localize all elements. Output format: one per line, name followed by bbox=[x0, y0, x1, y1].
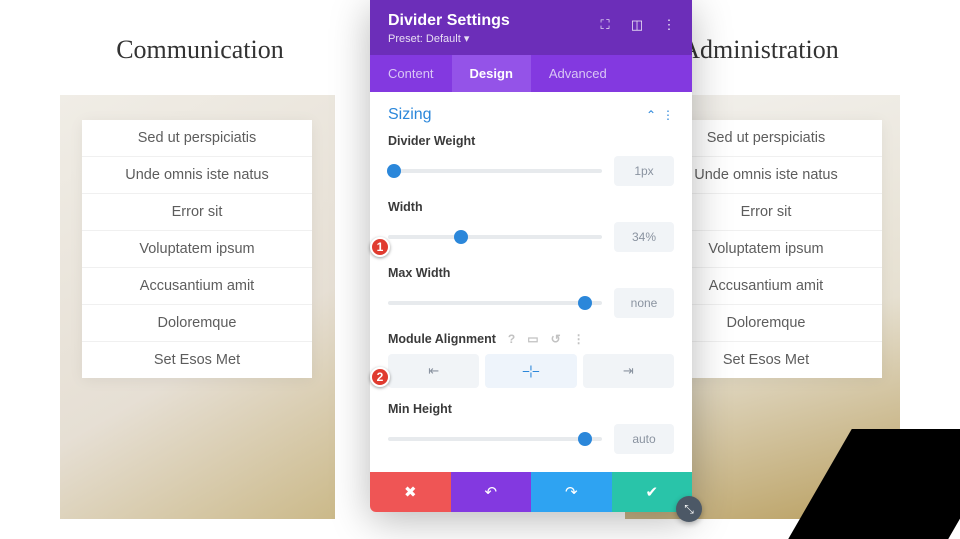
undo-mini-icon[interactable]: ↺ bbox=[551, 332, 561, 346]
label-width: Width bbox=[388, 200, 674, 214]
slider-width[interactable] bbox=[388, 235, 602, 239]
list-item[interactable]: Doloremque bbox=[82, 305, 312, 342]
slider-max-width[interactable] bbox=[388, 301, 602, 305]
slider-divider-weight[interactable] bbox=[388, 169, 602, 173]
expand-icon[interactable]: ⛶ bbox=[592, 12, 618, 38]
column-title-left: Communication bbox=[60, 35, 340, 65]
slider-min-height[interactable] bbox=[388, 437, 602, 441]
list-item[interactable]: Set Esos Met bbox=[82, 342, 312, 378]
redo-button[interactable]: ↷ bbox=[531, 472, 612, 512]
dots-mini-icon[interactable]: ⋮ bbox=[573, 332, 585, 346]
value-max-width[interactable]: none bbox=[614, 288, 674, 318]
chevron-up-icon[interactable]: ⌃ bbox=[646, 108, 656, 122]
list-item[interactable]: Sed ut perspiciatis bbox=[82, 120, 312, 157]
help-icon[interactable]: ? bbox=[508, 332, 515, 346]
resize-handle[interactable]: ⤡ bbox=[676, 496, 702, 522]
settings-modal: Divider Settings Preset: Default ▾ ⛶ ◫ ⋮… bbox=[370, 0, 692, 512]
label-max-width: Max Width bbox=[388, 266, 674, 280]
list-item[interactable]: Voluptatem ipsum bbox=[82, 231, 312, 268]
list-item[interactable]: Accusantium amit bbox=[82, 268, 312, 305]
section-menu-icon[interactable]: ⋮ bbox=[662, 108, 674, 122]
label-module-alignment: Module Alignment bbox=[388, 332, 496, 346]
cancel-button[interactable]: ✖ bbox=[370, 472, 451, 512]
value-width[interactable]: 34% bbox=[614, 222, 674, 252]
undo-button[interactable]: ↶ bbox=[451, 472, 532, 512]
tab-advanced[interactable]: Advanced bbox=[531, 55, 625, 92]
label-divider-weight: Divider Weight bbox=[388, 134, 674, 148]
menu-dots-icon[interactable]: ⋮ bbox=[656, 12, 682, 38]
modal-header[interactable]: Divider Settings Preset: Default ▾ ⛶ ◫ ⋮ bbox=[370, 0, 692, 55]
section-title[interactable]: Sizing bbox=[388, 106, 432, 124]
list-item[interactable]: Error sit bbox=[82, 194, 312, 231]
annotation-marker-2: 2 bbox=[370, 367, 390, 387]
tab-design[interactable]: Design bbox=[452, 55, 531, 92]
align-left-button[interactable]: ⇤ bbox=[388, 354, 479, 388]
value-min-height[interactable]: auto bbox=[614, 424, 674, 454]
align-right-button[interactable]: ⇥ bbox=[583, 354, 674, 388]
label-min-height: Min Height bbox=[388, 402, 674, 416]
phone-icon[interactable]: ▭ bbox=[527, 332, 538, 346]
value-divider-weight[interactable]: 1px bbox=[614, 156, 674, 186]
responsive-icon[interactable]: ◫ bbox=[624, 12, 650, 38]
modal-tabs: Content Design Advanced bbox=[370, 55, 692, 92]
list-item[interactable]: Unde omnis iste natus bbox=[82, 157, 312, 194]
tab-content[interactable]: Content bbox=[370, 55, 452, 92]
list-card-left: Sed ut perspiciatis Unde omnis iste natu… bbox=[82, 120, 312, 378]
annotation-marker-1: 1 bbox=[370, 237, 390, 257]
align-center-button[interactable]: ⎯¦⎯ bbox=[485, 354, 576, 388]
